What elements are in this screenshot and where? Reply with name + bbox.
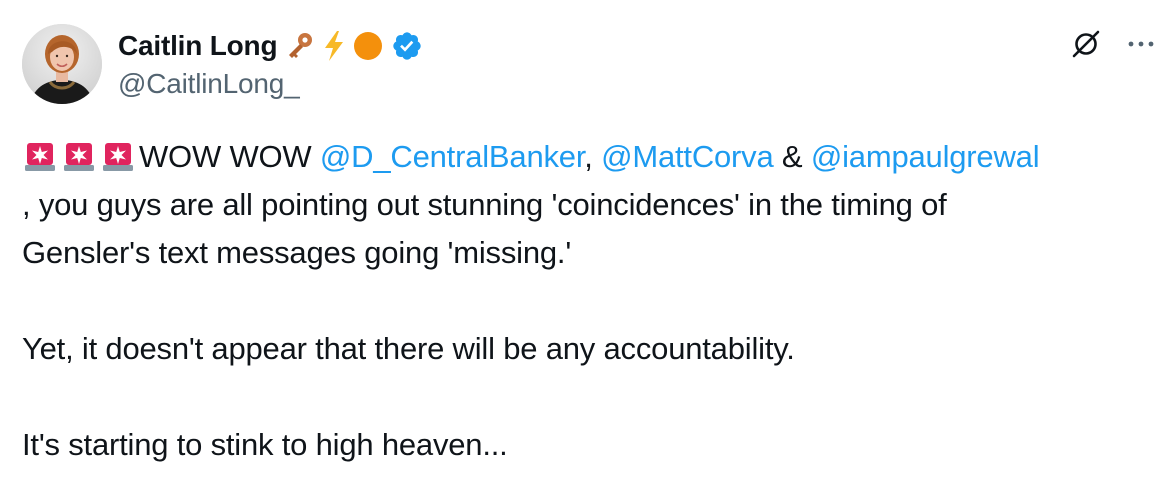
police-light-emoji <box>22 139 58 187</box>
orange-circle-emoji <box>354 32 383 60</box>
name-emojis <box>283 29 423 63</box>
author-block: Caitlin Long @CaitlinLong_ <box>118 26 423 100</box>
police-light-emoji <box>61 139 97 187</box>
display-name[interactable]: Caitlin Long <box>118 30 278 62</box>
tweet-line-5: It's starting to stink to high heaven... <box>22 427 508 462</box>
mention-d-centralbanker[interactable]: @D_CentralBanker <box>320 139 585 174</box>
avatar[interactable] <box>22 24 102 104</box>
tweet-actions <box>1070 28 1154 60</box>
user-handle[interactable]: @CaitlinLong_ <box>118 68 423 100</box>
grok-icon[interactable] <box>1070 28 1102 60</box>
tweet-line-3: Gensler's text messages going 'missing.' <box>22 235 572 270</box>
verified-badge-icon[interactable] <box>391 30 423 62</box>
key-emoji <box>289 33 313 58</box>
tweet-line-2: , you guys are all pointing out stunning… <box>22 187 947 222</box>
tweet-separator: , <box>584 139 602 174</box>
tweet-card: Caitlin Long @CaitlinLong_ WOW WOW @D_Ce… <box>0 0 1176 480</box>
tweet-separator: & <box>773 139 811 174</box>
tweet-line-4: Yet, it doesn't appear that there will b… <box>22 331 795 366</box>
mention-mattcorva[interactable]: @MattCorva <box>601 139 774 174</box>
tweet-text-prefix: WOW WOW <box>139 139 320 174</box>
name-row: Caitlin Long <box>118 26 423 66</box>
lightning-emoji <box>325 31 344 61</box>
tweet-text: WOW WOW @D_CentralBanker, @MattCorva & @… <box>22 133 1152 469</box>
police-light-emoji <box>100 139 136 187</box>
mention-iampaulgrewal[interactable]: @iampaulgrewal <box>811 139 1040 174</box>
tweet-line-1: WOW WOW @D_CentralBanker, @MattCorva & @… <box>22 133 1152 181</box>
more-icon[interactable] <box>1128 40 1154 48</box>
